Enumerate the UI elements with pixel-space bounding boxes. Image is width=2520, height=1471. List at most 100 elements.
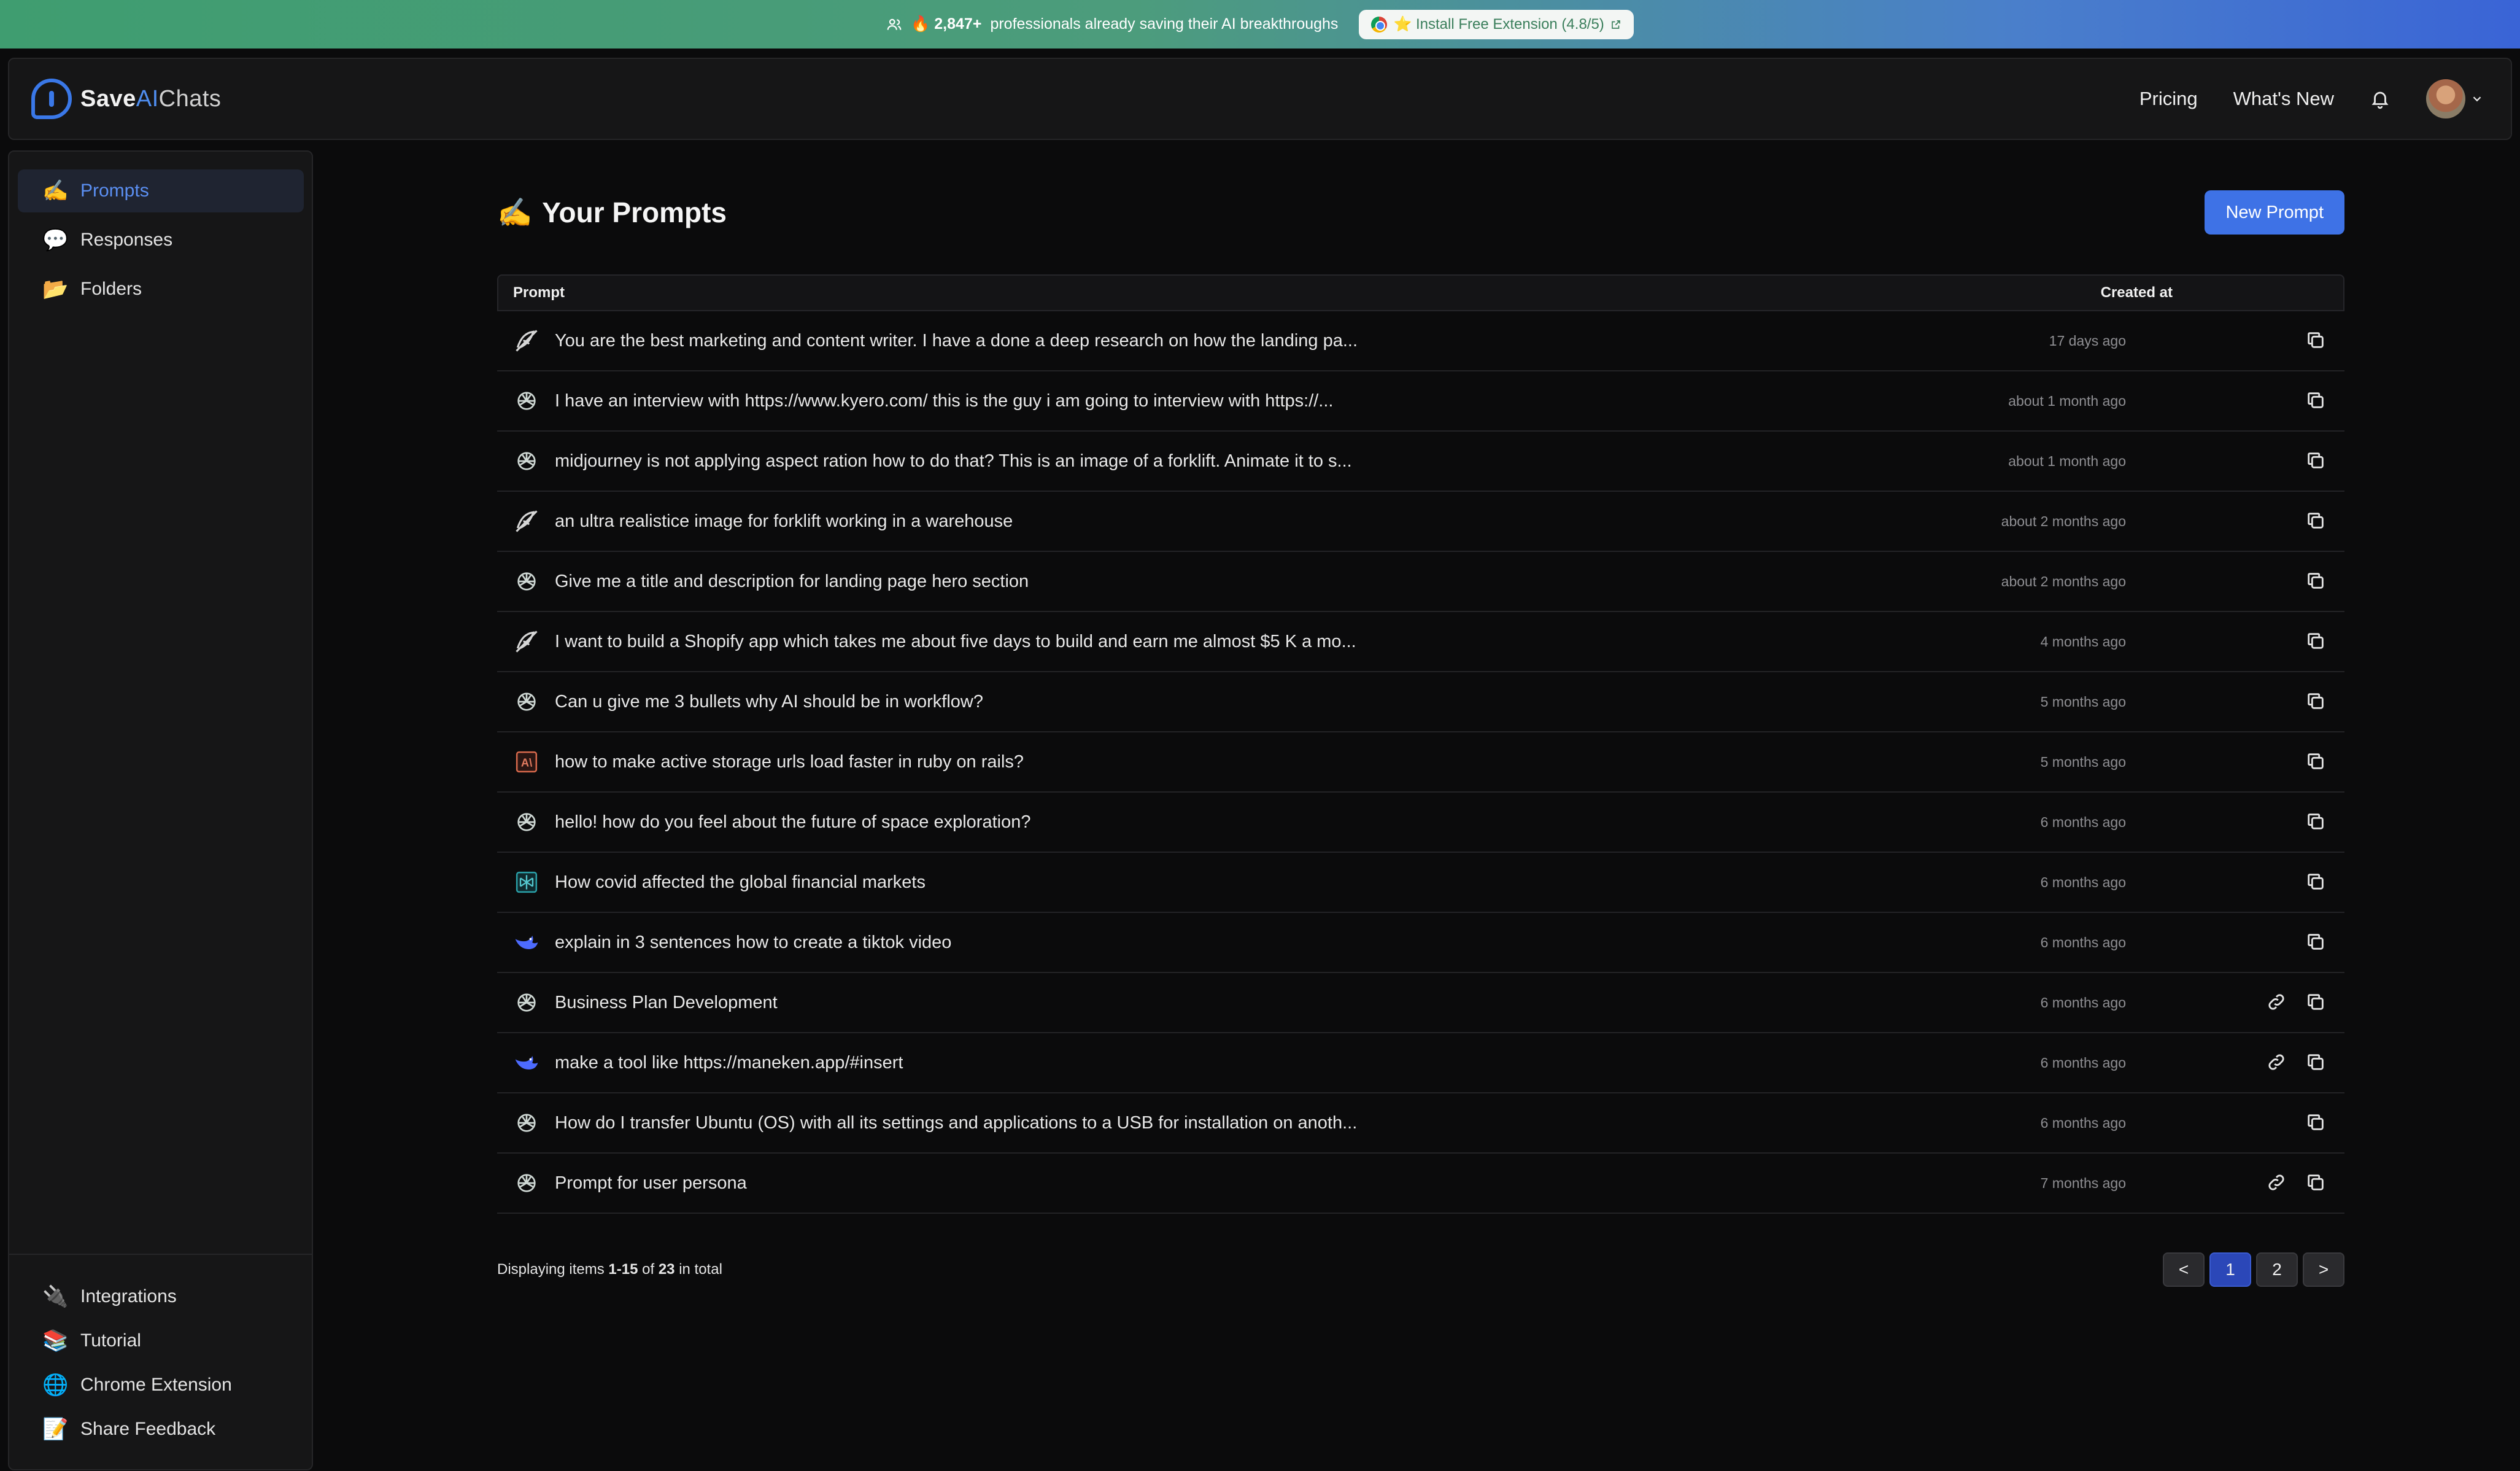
chatgpt-icon	[512, 687, 541, 716]
table-row[interactable]: You are the best marketing and content w…	[497, 311, 2344, 371]
sidebar-item-label: Folders	[80, 279, 142, 299]
copy-icon[interactable]	[2305, 691, 2327, 713]
row-actions	[2260, 510, 2327, 532]
sidebar-item-label: Chrome Extension	[80, 1375, 232, 1395]
memo-icon: 📝	[42, 1418, 69, 1441]
row-actions	[2260, 751, 2327, 773]
sidebar-item-label: Prompts	[80, 180, 149, 201]
sidebar-item-prompts[interactable]: ✍️ Prompts	[18, 169, 304, 212]
table-row[interactable]: midjourney is not applying aspect ration…	[497, 432, 2344, 492]
promo-message: professionals already saving their AI br…	[990, 15, 1339, 33]
copy-icon[interactable]	[2305, 751, 2327, 773]
table-row[interactable]: I want to build a Shopify app which take…	[497, 612, 2344, 672]
sidebar-item-chrome-extension[interactable]: 🌐 Chrome Extension	[18, 1364, 304, 1407]
created-at: about 1 month ago	[2008, 392, 2126, 409]
prompt-text[interactable]: make a tool like https://maneken.app/#in…	[555, 1053, 1923, 1073]
page-title: ✍️ Your Prompts	[497, 196, 727, 229]
top-nav: Pricing What's New	[2139, 79, 2484, 118]
prompt-text[interactable]: I want to build a Shopify app which take…	[555, 632, 1923, 652]
copy-icon[interactable]	[2305, 1112, 2327, 1134]
page-2-button[interactable]: 2	[2256, 1252, 2298, 1287]
sidebar-item-share-feedback[interactable]: 📝 Share Feedback	[18, 1408, 304, 1451]
table-row[interactable]: Can u give me 3 bullets why AI should be…	[497, 672, 2344, 732]
copy-icon[interactable]	[2305, 510, 2327, 532]
table-row[interactable]: How covid affected the global financial …	[497, 853, 2344, 913]
table-row[interactable]: A\ how to make active storage urls load f…	[497, 732, 2344, 793]
sidebar-item-tutorial[interactable]: 📚 Tutorial	[18, 1319, 304, 1362]
row-actions	[2260, 931, 2327, 953]
copy-icon[interactable]	[2305, 631, 2327, 653]
column-header-created: Created at	[2100, 284, 2173, 301]
bell-icon[interactable]	[2370, 88, 2391, 109]
row-actions	[2260, 1112, 2327, 1134]
prompt-text[interactable]: explain in 3 sentences how to create a t…	[555, 933, 1923, 953]
globe-icon: 🌐	[42, 1373, 69, 1397]
next-page-button[interactable]: >	[2303, 1252, 2344, 1287]
folder-icon: 📂	[42, 278, 69, 301]
table-footer: Displaying items 1-15 of 23 in total < 1…	[497, 1252, 2344, 1287]
copy-icon[interactable]	[2305, 811, 2327, 833]
table-row[interactable]: make a tool like https://maneken.app/#in…	[497, 1033, 2344, 1093]
writing-hand-icon: ✍️	[42, 179, 69, 203]
copy-icon[interactable]	[2305, 871, 2327, 893]
nav-pricing[interactable]: Pricing	[2139, 88, 2198, 110]
sidebar-item-label: Responses	[80, 230, 173, 250]
table-row[interactable]: Prompt for user persona 7 months ago	[497, 1154, 2344, 1214]
prompt-text[interactable]: an ultra realistice image for forklift w…	[555, 511, 1923, 532]
row-actions	[2260, 330, 2327, 352]
copy-icon[interactable]	[2305, 992, 2327, 1014]
brand-logo[interactable]: SaveAIChats	[31, 79, 221, 119]
link-icon[interactable]	[2266, 1052, 2288, 1074]
user-menu[interactable]	[2426, 79, 2484, 118]
chatgpt-icon	[512, 807, 541, 837]
table-row[interactable]: How do I transfer Ubuntu (OS) with all i…	[497, 1093, 2344, 1154]
prompt-text[interactable]: Can u give me 3 bullets why AI should be…	[555, 692, 1923, 712]
table-row[interactable]: Business Plan Development 6 months ago	[497, 973, 2344, 1033]
speech-bubble-icon: 💬	[42, 228, 69, 252]
copy-icon[interactable]	[2305, 330, 2327, 352]
page-1-button[interactable]: 1	[2209, 1252, 2251, 1287]
copy-icon[interactable]	[2305, 570, 2327, 592]
created-at: 6 months ago	[2040, 934, 2126, 950]
chevron-down-icon	[2473, 96, 2481, 102]
prompt-text[interactable]: hello! how do you feel about the future …	[555, 812, 1923, 833]
prompt-text[interactable]: how to make active storage urls load fas…	[555, 752, 1923, 772]
created-at: 4 months ago	[2040, 633, 2126, 650]
prompt-text[interactable]: How covid affected the global financial …	[555, 872, 1923, 893]
link-icon[interactable]	[2266, 1172, 2288, 1194]
table-row[interactable]: I have an interview with https://www.kye…	[497, 371, 2344, 432]
sidebar-item-folders[interactable]: 📂 Folders	[18, 268, 304, 311]
install-extension-button[interactable]: ⭐ Install Free Extension (4.8/5)	[1359, 9, 1634, 39]
copy-icon[interactable]	[2305, 390, 2327, 412]
chrome-icon	[1371, 16, 1388, 33]
new-prompt-button[interactable]: New Prompt	[2205, 190, 2344, 235]
column-header-prompt: Prompt	[513, 284, 565, 301]
nav-whats-new[interactable]: What's New	[2233, 88, 2334, 110]
chatgpt-icon	[512, 446, 541, 476]
prompt-text[interactable]: Business Plan Development	[555, 993, 1923, 1013]
prev-page-button[interactable]: <	[2163, 1252, 2205, 1287]
table-row[interactable]: hello! how do you feel about the future …	[497, 793, 2344, 853]
copy-icon[interactable]	[2305, 931, 2327, 953]
sidebar-item-integrations[interactable]: 🔌 Integrations	[18, 1275, 304, 1318]
prompt-text[interactable]: You are the best marketing and content w…	[555, 331, 1923, 351]
prompt-text[interactable]: Prompt for user persona	[555, 1173, 1923, 1193]
copy-icon[interactable]	[2305, 450, 2327, 472]
created-at: 5 months ago	[2040, 753, 2126, 770]
link-icon[interactable]	[2266, 992, 2288, 1014]
table-row[interactable]: an ultra realistice image for forklift w…	[497, 492, 2344, 552]
sidebar-item-responses[interactable]: 💬 Responses	[18, 219, 304, 262]
prompt-text[interactable]: Give me a title and description for land…	[555, 572, 1923, 592]
row-actions	[2260, 691, 2327, 713]
prompt-text[interactable]: midjourney is not applying aspect ration…	[555, 451, 1923, 472]
copy-icon[interactable]	[2305, 1052, 2327, 1074]
prompt-text[interactable]: How do I transfer Ubuntu (OS) with all i…	[555, 1113, 1923, 1133]
install-extension-label: ⭐ Install Free Extension (4.8/5)	[1393, 16, 1604, 33]
table-row[interactable]: Give me a title and description for land…	[497, 552, 2344, 612]
row-actions	[2260, 450, 2327, 472]
prompt-text[interactable]: I have an interview with https://www.kye…	[555, 391, 1923, 411]
copy-icon[interactable]	[2305, 1172, 2327, 1194]
table-row[interactable]: explain in 3 sentences how to create a t…	[497, 913, 2344, 973]
created-at: 6 months ago	[2040, 874, 2126, 890]
users-icon	[887, 18, 902, 30]
